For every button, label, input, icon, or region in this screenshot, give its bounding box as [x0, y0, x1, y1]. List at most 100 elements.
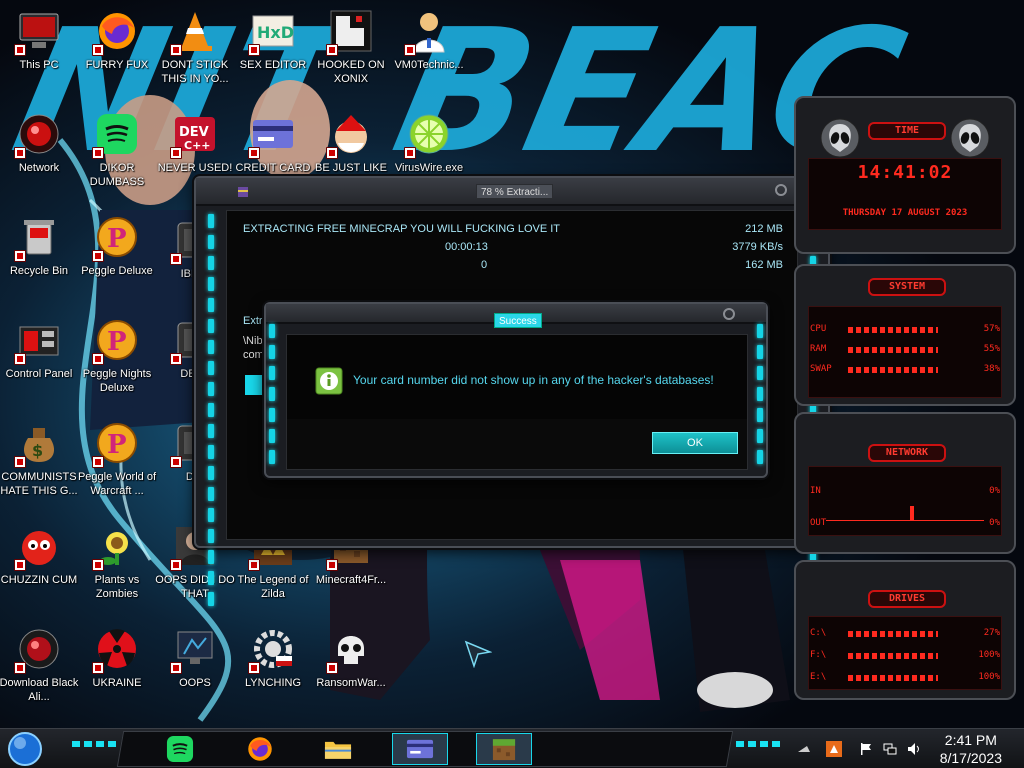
- start-button[interactable]: [6, 731, 44, 767]
- desktop-icon[interactable]: P Peggle Nights Deluxe: [76, 311, 158, 409]
- taskbar-clock[interactable]: 2:41 PM 8/17/2023: [940, 731, 1002, 767]
- desktop-icon[interactable]: Recycle Bin: [0, 208, 80, 306]
- shortcut-badge-icon: [170, 253, 182, 266]
- stat-value: 57%: [983, 324, 1000, 334]
- desktop-icon-label: LYNCHING: [244, 677, 302, 689]
- left-light-strip: [208, 214, 214, 606]
- stat-value: 27%: [983, 628, 1000, 638]
- desktop-icon[interactable]: VM0Technic...: [388, 2, 470, 100]
- taskbar-spotify-button[interactable]: [160, 733, 200, 765]
- firefox-icon: [92, 8, 140, 56]
- desktop-icon[interactable]: HOOKED ON XONIX: [310, 2, 392, 100]
- desktop-icon[interactable]: P Peggle World of Warcraft ...: [76, 414, 158, 512]
- close-icon[interactable]: [774, 182, 788, 196]
- extract-window-title: 78 % Extracti...: [476, 184, 554, 199]
- path-label-partial: \Nib\: [243, 335, 266, 347]
- shortcut-badge-icon: [92, 353, 104, 365]
- desktop-icon[interactable]: P Peggle Deluxe: [76, 208, 158, 306]
- taskbar-minecraft-button[interactable]: [476, 733, 532, 765]
- alien-head-icon: [820, 118, 860, 158]
- desktop-icon-label: UKRAINE: [92, 677, 142, 689]
- shortcut-badge-icon: [170, 147, 182, 159]
- stat-value: 0%: [989, 486, 1000, 496]
- desktop-icon-label: Peggle Deluxe: [81, 265, 153, 277]
- tray-app-icon[interactable]: [826, 741, 842, 757]
- stat-row: C:\ 27%: [810, 628, 1000, 640]
- stat-label: SWAP: [810, 364, 832, 374]
- shortcut-badge-icon: [170, 456, 182, 468]
- stat-bar: [848, 631, 938, 637]
- desktop-icon-label: CHUZZIN CUM: [0, 574, 78, 586]
- taskbar-credit-card-button[interactable]: [392, 733, 448, 765]
- stat-label: CPU: [810, 324, 827, 334]
- desktop-icon-label: DONT STICK THIS IN YO...: [161, 59, 229, 85]
- desktop-icon-label: Control Panel: [5, 368, 73, 380]
- close-icon[interactable]: [722, 306, 736, 320]
- shortcut-badge-icon: [170, 662, 182, 674]
- desktop-icon[interactable]: DONT STICK THIS IN YO...: [154, 2, 236, 100]
- stat-row: SWAP 38%: [810, 364, 1000, 376]
- desktop-icon[interactable]: This PC: [0, 2, 80, 100]
- show-hidden-icons-icon[interactable]: [796, 741, 812, 757]
- taskbar-file-explorer-button[interactable]: [318, 733, 358, 765]
- desktop-icon[interactable]: Download Black Ali...: [0, 620, 80, 718]
- desktop-icon[interactable]: Control Panel: [0, 311, 80, 409]
- plants-icon: [92, 523, 140, 571]
- svg-text:$: $: [32, 441, 43, 460]
- desktop-icon[interactable]: Network: [0, 105, 80, 203]
- shortcut-badge-icon: [92, 147, 104, 159]
- stat-label: E:\: [810, 672, 827, 682]
- stat-bar: [848, 327, 938, 333]
- stat-row: OUT 0%: [810, 518, 1000, 530]
- desktop-icon[interactable]: DIKOR DUMBASS: [76, 105, 158, 203]
- desktop-icon-label: CREDIT CARD: [235, 162, 311, 174]
- desktop-icon[interactable]: UKRAINE: [76, 620, 158, 718]
- monitor-icon: [170, 626, 218, 674]
- ok-button[interactable]: OK: [652, 432, 738, 454]
- shortcut-badge-icon: [14, 147, 26, 159]
- winrar-icon: [236, 184, 250, 198]
- desktop-icon-label: OOPS: [179, 677, 211, 689]
- shortcut-badge-icon: [248, 662, 260, 674]
- system-gadget-title: SYSTEM: [868, 278, 946, 296]
- spotify-icon: [92, 111, 140, 159]
- alien-head-icon: [950, 118, 990, 158]
- spotify-icon: [166, 735, 194, 763]
- credit-card-icon: [248, 111, 296, 159]
- network-status-icon[interactable]: [882, 741, 898, 757]
- desktop-icon[interactable]: CHUZZIN CUM: [0, 517, 80, 615]
- desktop-icon-label: Peggle Nights Deluxe: [82, 368, 152, 394]
- desktop-icon[interactable]: $ COMMUNISTS HATE THIS G...: [0, 414, 80, 512]
- shortcut-badge-icon: [326, 559, 338, 571]
- peggle-icon: P: [92, 420, 140, 468]
- lime-icon: [404, 111, 452, 159]
- desktop-icon[interactable]: FURRY FUX: [76, 2, 158, 100]
- stat-value: 55%: [983, 344, 1000, 354]
- volume-icon[interactable]: [906, 741, 922, 757]
- gear-flag-icon: [248, 626, 296, 674]
- shortcut-badge-icon: [404, 44, 416, 56]
- desktop-icon-label: The Legend of Zilda: [237, 574, 309, 600]
- shortcut-badge-icon: [404, 147, 416, 159]
- desktop-icon[interactable]: OOPS: [154, 620, 236, 718]
- extract-window-titlebar[interactable]: 78 % Extracti...: [196, 178, 828, 206]
- stat-bar: [848, 675, 938, 681]
- shortcut-badge-icon: [14, 250, 26, 262]
- desktop-icon[interactable]: HxD SEX EDITOR: [232, 2, 314, 100]
- taskbar-firefox-button[interactable]: [240, 733, 280, 765]
- desktop-icon-label: Peggle World of Warcraft ...: [77, 471, 157, 497]
- shortcut-badge-icon: [92, 662, 104, 674]
- success-dialog-title: Success: [494, 313, 542, 328]
- stat-row: F:\ 100%: [810, 650, 1000, 662]
- action-center-flag-icon[interactable]: [858, 741, 874, 757]
- desktop-icon[interactable]: Plants vs Zombies: [76, 517, 158, 615]
- desktop-icon[interactable]: LYNCHING: [232, 620, 314, 718]
- time-gadget: TIME 14:41:02 THURSDAY 17 AUGUST 2023: [794, 96, 1016, 254]
- computer-icon: [14, 8, 62, 56]
- desktop-icon[interactable]: RansomWar...: [310, 620, 392, 718]
- success-dialog-titlebar[interactable]: Success: [266, 304, 766, 328]
- svg-text:P: P: [107, 430, 127, 460]
- svg-text:HxD: HxD: [257, 23, 294, 42]
- desktop-icon-label: BE JUST LIKE: [315, 162, 387, 174]
- shortcut-badge-icon: [170, 353, 182, 365]
